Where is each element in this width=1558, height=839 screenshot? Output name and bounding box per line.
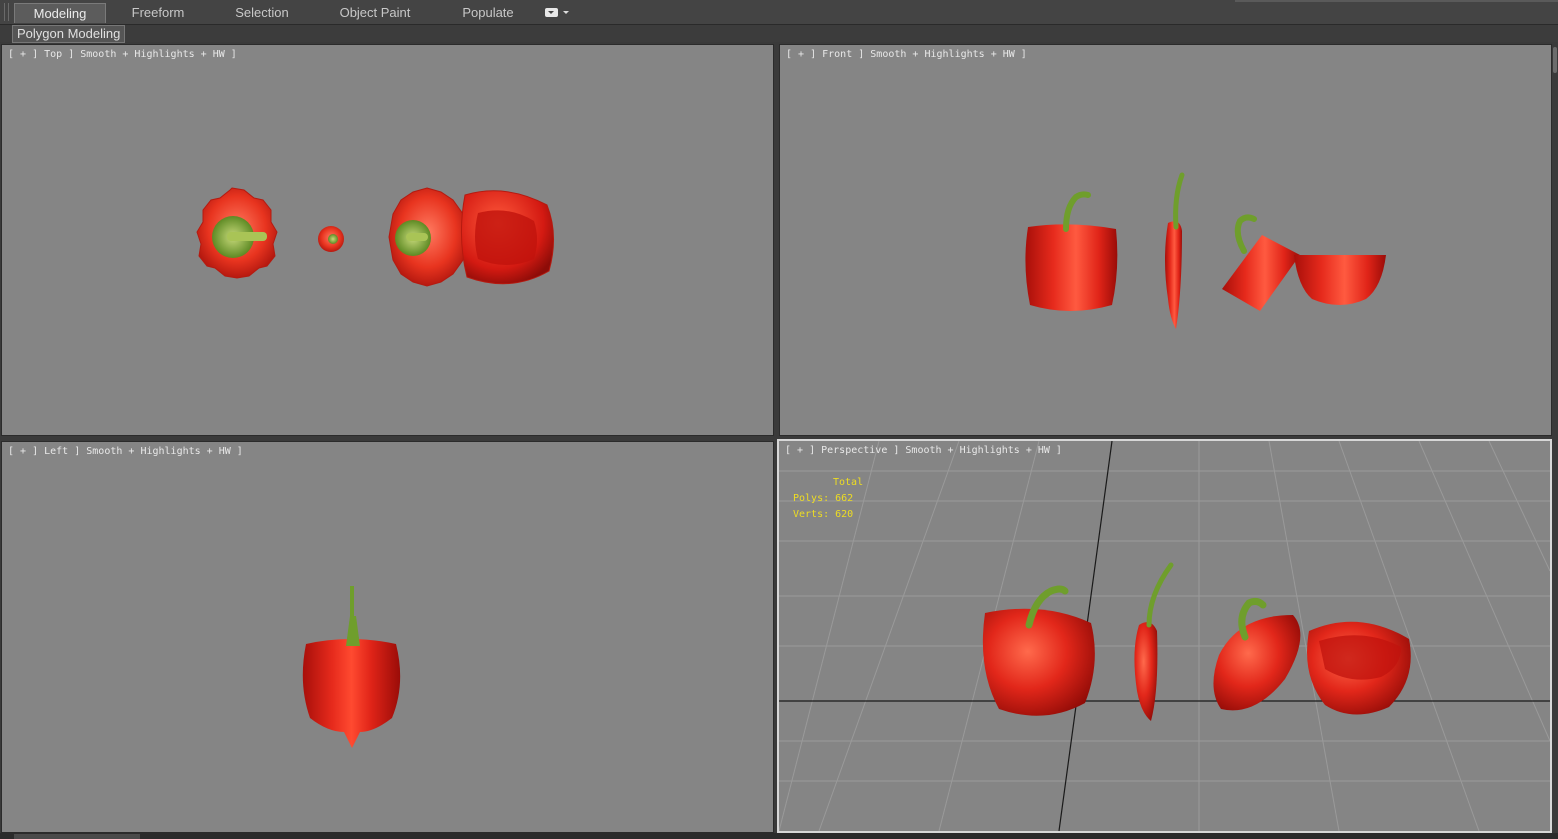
cut-pepper-lid-perspective[interactable] [1213,597,1301,711]
bell-pepper-top-view[interactable] [196,187,278,279]
tab-selection[interactable]: Selection [224,3,300,22]
viewport-top-label[interactable]: [ + ] Top ] Smooth + Highlights + HW ] [8,49,237,60]
ribbon-tab-bar: Modeling Freeform Selection Object Paint… [0,0,1558,25]
right-scrollbar[interactable] [1552,43,1558,839]
viewport-left[interactable]: [ + ] Left ] Smooth + Highlights + HW ] [1,441,774,833]
top-view-scene [196,187,555,287]
viewport-left-label[interactable]: [ + ] Left ] Smooth + Highlights + HW ] [8,446,243,457]
tab-modeling[interactable]: Modeling [14,3,106,23]
bottom-status-strip [0,833,1558,839]
viewport-front[interactable]: [ + ] Front ] Smooth + Highlights + HW ] [779,44,1552,436]
cut-pepper-lid-front-view[interactable] [1222,214,1300,311]
chili-top-view[interactable] [318,226,344,252]
home-grid [779,441,1550,831]
left-view-scene [302,586,401,748]
tab-populate[interactable]: Populate [450,3,526,22]
chili-front-view[interactable] [1165,172,1185,329]
chili-perspective[interactable] [1134,562,1174,721]
scrollbar-thumb[interactable] [1553,47,1557,73]
stats-total-heading: Total [833,477,864,488]
cut-pepper-top-view[interactable] [388,187,555,287]
ribbon-options-dropdown[interactable] [542,6,570,19]
time-slider-stub[interactable] [14,834,140,839]
statistics-overlay: Total Polys: 662 Verts: 620 [793,475,863,523]
stats-verts: Verts: 620 [793,509,854,520]
chevron-down-icon [563,11,569,14]
stats-polys: Polys: 662 [793,493,854,504]
ribbon-panel-bar: Polygon Modeling [0,25,1558,43]
viewport-perspective[interactable]: [ + ] Perspective ] Smooth + Highlights … [777,439,1552,833]
bell-pepper-left-view[interactable] [302,586,401,748]
tab-freeform[interactable]: Freeform [120,3,196,22]
tab-object-paint[interactable]: Object Paint [330,3,420,22]
viewport-front-label[interactable]: [ + ] Front ] Smooth + Highlights + HW ] [786,49,1027,60]
dropdown-toggle-icon [545,8,558,17]
viewport-top[interactable]: [ + ] Top ] Smooth + Highlights + HW ] [1,44,774,436]
polygon-modeling-panel-button[interactable]: Polygon Modeling [12,25,126,43]
perspective-view-scene [779,441,1550,831]
ribbon-top-divider [1235,0,1558,2]
bell-pepper-front-view[interactable] [1025,191,1118,311]
front-view-scene [1025,172,1386,329]
viewport-perspective-label[interactable]: [ + ] Perspective ] Smooth + Highlights … [785,445,1062,456]
bell-pepper-perspective[interactable] [982,585,1095,716]
ribbon-grip-handle[interactable] [4,3,9,21]
cut-pepper-bowl-front-view[interactable] [1294,255,1386,305]
